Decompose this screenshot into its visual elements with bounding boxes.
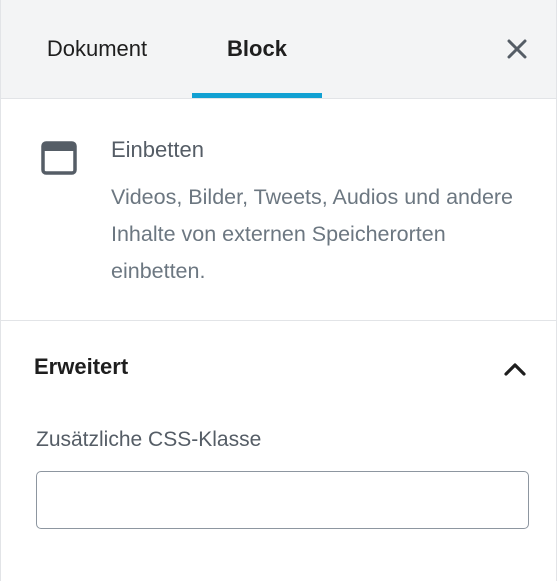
block-card: Einbetten Videos, Bilder, Tweets, Audios… [1, 99, 556, 321]
block-title: Einbetten [111, 137, 204, 162]
close-sidebar-button[interactable] [497, 29, 537, 69]
css-class-label: Zusätzliche CSS-Klasse [36, 428, 262, 451]
tab-block[interactable]: Block [192, 0, 322, 98]
embed-window-icon [41, 141, 77, 175]
advanced-panel-toggle[interactable]: Erweitert [1, 321, 556, 417]
block-description: Videos, Bilder, Tweets, Audios und ander… [111, 185, 514, 283]
tab-document-label: Dokument [46, 36, 148, 61]
tab-document[interactable]: Dokument [17, 0, 177, 98]
css-class-input[interactable] [36, 471, 529, 529]
block-settings-sidebar: Dokument Block Einbetten Videos, Bilder,… [0, 0, 557, 581]
close-icon [507, 39, 527, 59]
tab-block-label: Block [227, 36, 287, 61]
advanced-panel-title: Erweitert [34, 354, 129, 379]
chevron-up-icon [504, 363, 526, 376]
sidebar-tabs: Dokument Block [1, 0, 556, 99]
